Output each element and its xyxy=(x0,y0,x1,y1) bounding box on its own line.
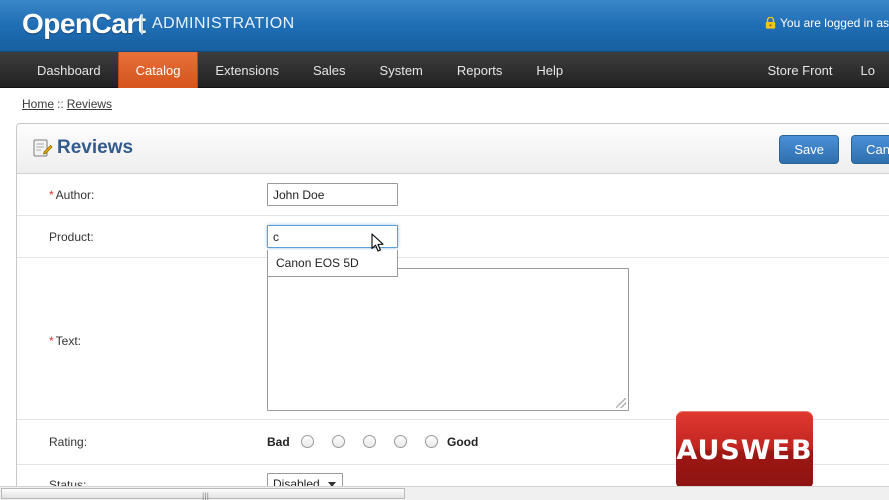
rating-radio-4[interactable] xyxy=(394,435,407,448)
main-menu-bar: Dashboard Catalog Extensions Sales Syste… xyxy=(0,52,889,88)
form-row-text: * Text: xyxy=(17,258,889,420)
breadcrumb-link-reviews[interactable]: Reviews xyxy=(67,97,112,111)
rating-radio-2[interactable] xyxy=(332,435,345,448)
text-required-marker: * xyxy=(49,334,54,348)
opencart-logo: OpenCart xyxy=(22,8,146,40)
menu-item-catalog[interactable]: Catalog xyxy=(117,52,199,88)
text-label: * Text: xyxy=(49,334,81,348)
menu-item-sales[interactable]: Sales xyxy=(296,52,363,88)
panel-header: Reviews Save Can xyxy=(17,124,889,174)
menu-item-help[interactable]: Help xyxy=(519,52,580,88)
text-label-text: Text: xyxy=(55,334,82,348)
text-textarea[interactable] xyxy=(267,268,629,411)
author-label: * Author: xyxy=(49,188,94,202)
logo-cart: Cart xyxy=(91,8,147,39)
main-menu-items: Dashboard Catalog Extensions Sales Syste… xyxy=(20,52,580,88)
logo-separator: | xyxy=(139,10,145,35)
watermark-text: AUSWEB xyxy=(676,435,813,466)
rating-label: Rating: xyxy=(49,435,88,449)
login-status-text: You are logged in as xyxy=(780,16,889,30)
form-row-author: * Author: xyxy=(17,174,889,216)
menu-item-logout[interactable]: Lo xyxy=(847,52,889,88)
ausweb-watermark: AUSWEB xyxy=(676,411,813,489)
main-menu-right-items: Store Front Lo xyxy=(754,52,889,88)
scrollbar-grip-icon: ||| xyxy=(202,491,210,500)
author-input[interactable] xyxy=(267,183,398,206)
page-header: OpenCart | ADMINISTRATION You are logged… xyxy=(0,0,889,52)
logo-open: Open xyxy=(22,8,92,39)
horizontal-scrollbar[interactable]: ||| xyxy=(0,486,889,500)
edit-form-icon xyxy=(33,138,53,158)
product-input[interactable] xyxy=(267,225,398,248)
product-label: Product: xyxy=(49,230,94,244)
rating-radio-1[interactable] xyxy=(301,435,314,448)
author-label-text: Author: xyxy=(55,188,95,202)
lock-icon xyxy=(765,16,776,29)
administration-label: ADMINISTRATION xyxy=(152,15,295,32)
breadcrumb-separator: :: xyxy=(57,97,64,111)
textarea-resize-grip[interactable] xyxy=(616,398,626,408)
rating-radio-3[interactable] xyxy=(363,435,376,448)
cancel-button[interactable]: Can xyxy=(851,135,889,164)
menu-item-dashboard[interactable]: Dashboard xyxy=(20,52,118,88)
rating-radio-5[interactable] xyxy=(425,435,438,448)
menu-item-system[interactable]: System xyxy=(363,52,440,88)
menu-item-store-front[interactable]: Store Front xyxy=(754,52,847,88)
page-title: Reviews xyxy=(57,137,134,158)
breadcrumb: Home:: Reviews xyxy=(0,88,889,120)
opencart-admin-screen: OpenCart | ADMINISTRATION You are logged… xyxy=(0,0,889,500)
autocomplete-option-canon-eos-5d[interactable]: Canon EOS 5D xyxy=(268,250,397,276)
menu-item-reports[interactable]: Reports xyxy=(440,52,520,88)
product-autocomplete-list: Canon EOS 5D xyxy=(267,250,398,277)
save-button[interactable]: Save xyxy=(779,135,839,164)
form-row-product: Product: xyxy=(17,216,889,258)
horizontal-scrollbar-thumb[interactable]: ||| xyxy=(1,488,405,500)
rating-high-label: Good xyxy=(447,435,479,449)
breadcrumb-link-home[interactable]: Home xyxy=(22,97,54,111)
menu-item-extensions[interactable]: Extensions xyxy=(198,52,296,88)
login-status: You are logged in as xyxy=(765,16,889,30)
rating-low-label: Bad xyxy=(267,435,290,449)
author-required-marker: * xyxy=(49,188,54,202)
